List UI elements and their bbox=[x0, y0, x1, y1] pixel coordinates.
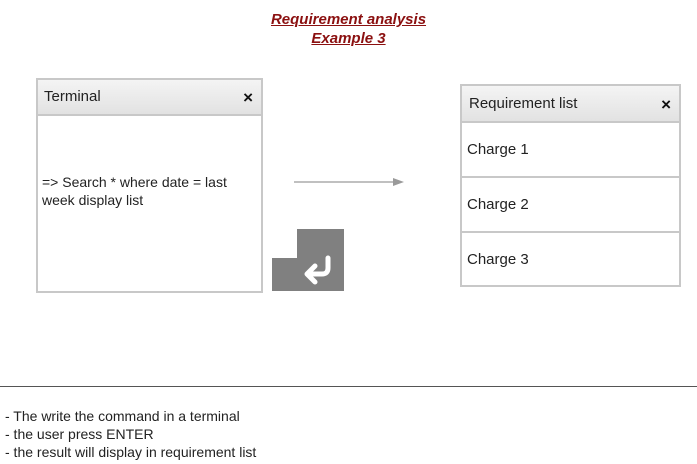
note-line: - the user press ENTER bbox=[5, 426, 154, 442]
terminal-command[interactable]: => Search * where date = last week displ… bbox=[42, 173, 262, 209]
list-item[interactable]: Charge 3 bbox=[462, 233, 679, 288]
note-line: - The write the command in a terminal bbox=[5, 408, 240, 424]
list-item[interactable]: Charge 1 bbox=[462, 123, 679, 178]
requirement-list-window[interactable]: Requirement list × Charge 1 Charge 2 Cha… bbox=[460, 84, 681, 287]
note-line: - the result will display in requirement… bbox=[5, 444, 257, 460]
terminal-title: Terminal bbox=[44, 88, 101, 105]
list-item[interactable]: Charge 2 bbox=[462, 178, 679, 233]
close-icon[interactable]: × bbox=[661, 95, 671, 115]
page-title: Requirement analysis bbox=[270, 11, 427, 28]
arrow-right-icon bbox=[294, 178, 404, 186]
requirement-list-header: Requirement list × bbox=[462, 86, 679, 123]
terminal-window[interactable]: Terminal × => Search * where date = last… bbox=[36, 78, 263, 293]
separator-line bbox=[0, 386, 697, 387]
close-icon[interactable]: × bbox=[243, 88, 253, 108]
requirement-list-title: Requirement list bbox=[469, 95, 578, 112]
terminal-header: Terminal × bbox=[38, 80, 261, 116]
notes: - The write the command in a terminal - … bbox=[5, 407, 256, 461]
page-subtitle: Example 3 bbox=[311, 30, 386, 47]
enter-key-icon bbox=[272, 229, 344, 291]
